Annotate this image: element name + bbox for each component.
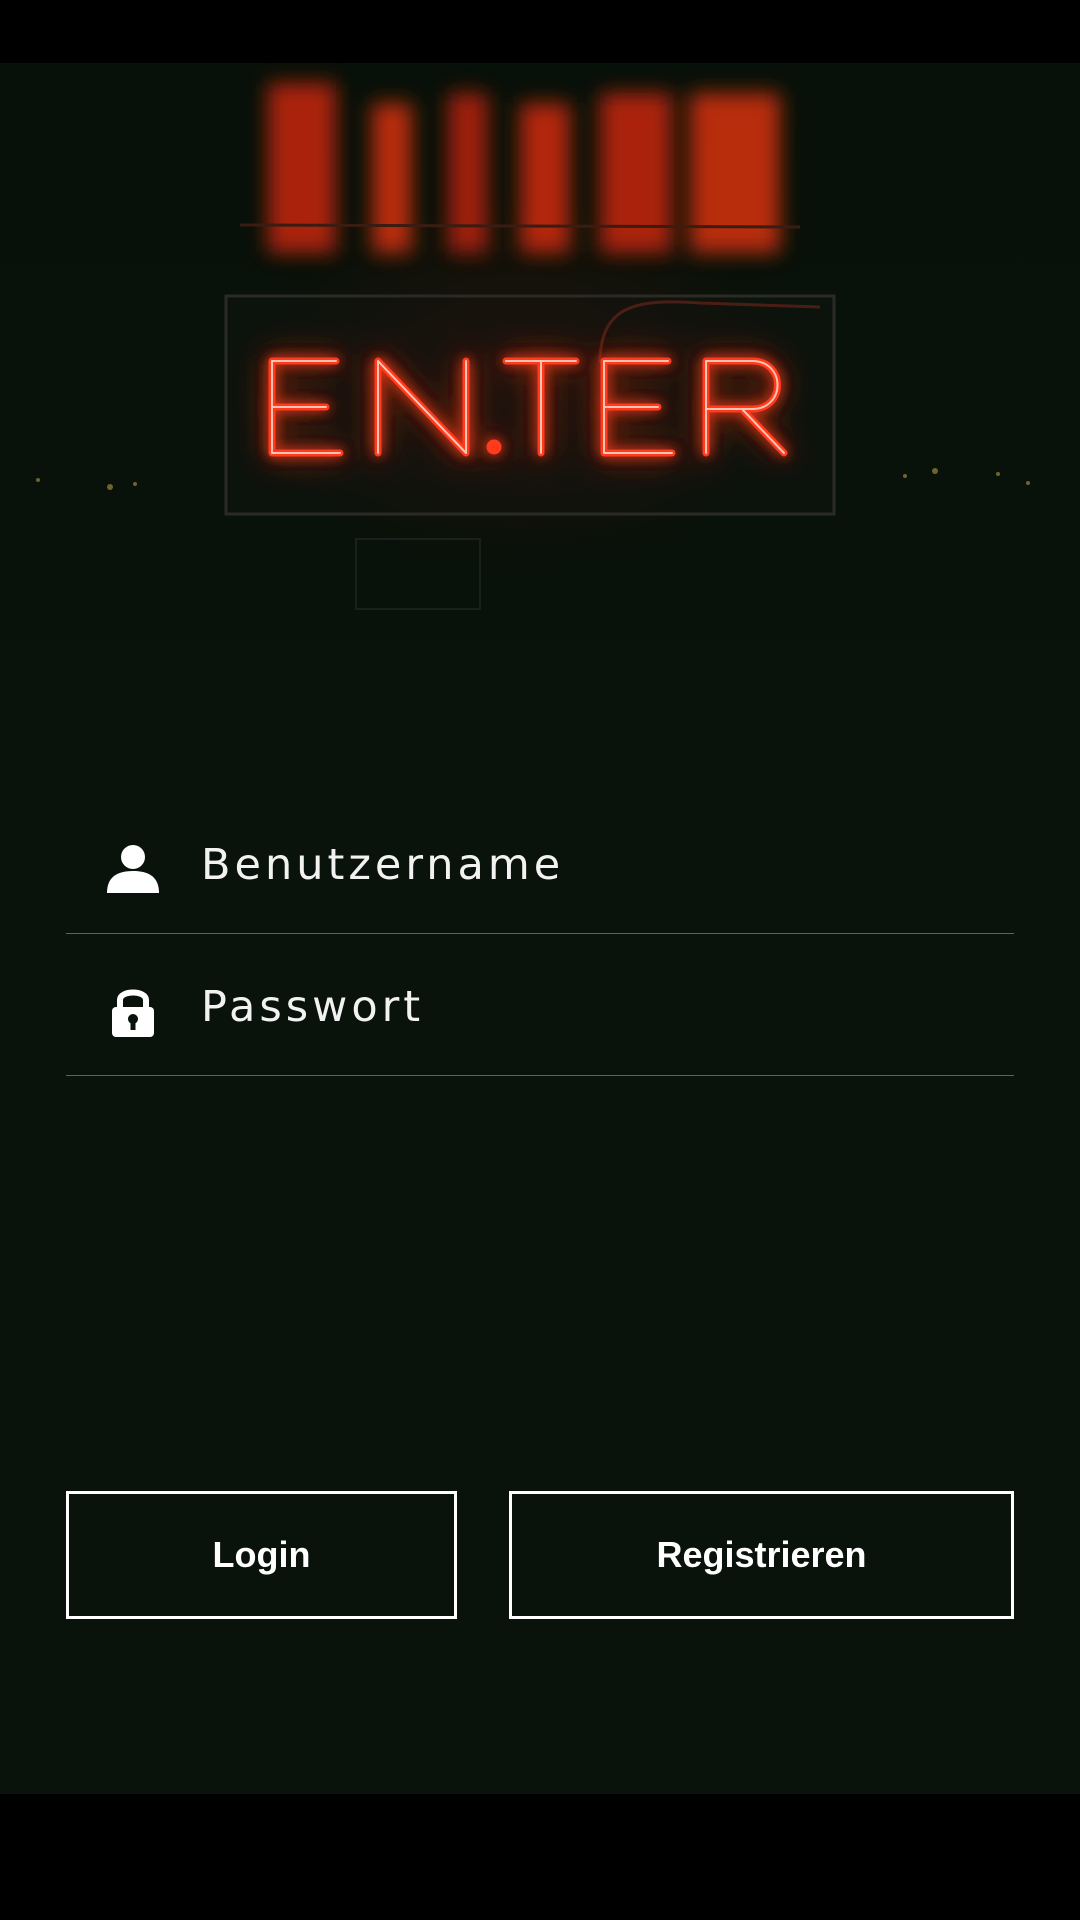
hero-image (0, 63, 1080, 703)
login-button-label: Login (212, 1534, 311, 1575)
lock-icon (107, 985, 159, 1037)
status-bar (0, 0, 1080, 63)
person-icon (107, 843, 159, 895)
username-field (66, 793, 1014, 934)
screen: Login Registrieren (0, 0, 1080, 1920)
password-field (66, 935, 1014, 1076)
register-button[interactable]: Registrieren (509, 1491, 1014, 1619)
register-button-label: Registrieren (656, 1534, 867, 1575)
login-button[interactable]: Login (66, 1491, 457, 1619)
username-input[interactable] (201, 831, 981, 899)
navigation-bar (0, 1794, 1080, 1920)
password-input[interactable] (201, 973, 981, 1041)
login-screen: Login Registrieren (0, 63, 1080, 1794)
neon-enter-sign (36, 83, 1030, 610)
